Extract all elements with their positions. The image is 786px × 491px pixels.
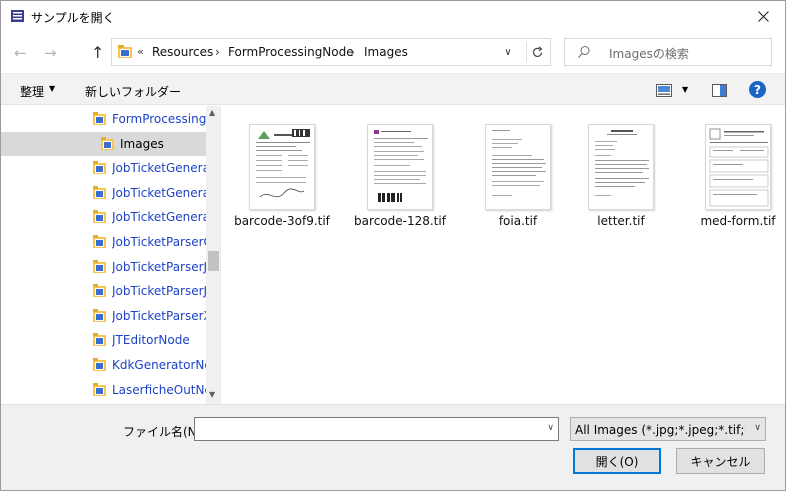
file-thumbnail [249, 124, 315, 210]
open-button[interactable]: 開く(O) [573, 448, 661, 474]
file-thumbnail [367, 124, 433, 210]
folder-icon [93, 333, 106, 347]
folder-icon [93, 185, 106, 199]
sidebar-item-label: JobTicketGenerat [112, 210, 206, 225]
sidebar-item[interactable]: JTEditorNode [1, 328, 206, 352]
file-item[interactable]: letter.tif [561, 118, 681, 228]
up-arrow-icon[interactable]: ↑ [91, 43, 104, 62]
sidebar-item-label: JobTicketParserJS [112, 284, 206, 299]
back-arrow-icon[interactable]: ← [14, 44, 27, 62]
sidebar-item[interactable]: JobTicketParserC [1, 230, 206, 254]
breadcrumb-separator-icon[interactable]: › [215, 45, 220, 59]
sidebar-item-label: FormProcessingN [112, 112, 206, 126]
forward-arrow-icon[interactable]: → [44, 44, 57, 62]
file-name: med-form.tif [700, 214, 776, 228]
nav-scrollbar[interactable]: ▲ ▼ [206, 106, 220, 404]
new-folder-button[interactable]: 新しいフォルダー [85, 83, 181, 100]
sidebar-item[interactable]: KdkGeneratorNo [1, 353, 206, 377]
breadcrumb-formprocessingnode[interactable]: FormProcessingNode [228, 45, 354, 59]
filetype-select[interactable]: All Images (*.jpg;*.jpeg;*.tif;*.tifl ∨ [570, 417, 766, 441]
refresh-icon [532, 46, 543, 57]
change-view-icon[interactable] [656, 84, 672, 97]
address-row: ← → ↑ « Resources › FormProcessingNode ›… [1, 32, 785, 72]
filename-field[interactable]: ∨ [194, 417, 559, 441]
bottom-panel: ファイル名(N): ∨ All Images (*.jpg;*.jpeg;*.t… [1, 404, 785, 490]
sidebar-item[interactable]: JobTicketGenerat [1, 205, 206, 229]
view-dropdown-icon[interactable]: ▼ [682, 85, 688, 94]
sidebar-item-label: JobTicketParserX [112, 308, 206, 323]
app-icon [11, 10, 24, 22]
file-name: letter.tif [597, 214, 645, 228]
filetype-dropdown-chevron-icon[interactable]: ∨ [754, 423, 761, 433]
folder-icon [93, 259, 106, 273]
folder-icon [93, 382, 106, 396]
sidebar-item-label: JTEditorNode [112, 333, 190, 348]
file-name: barcode-128.tif [354, 214, 446, 228]
navigation-pane[interactable]: FormProcessingN Images JobTicketGenerat Job… [1, 106, 221, 404]
sidebar-item[interactable]: FormProcessingN [1, 107, 206, 131]
close-icon [757, 10, 769, 22]
filetype-value: All Images (*.jpg;*.jpeg;*.tif;*.tifl [575, 423, 745, 437]
breadcrumb-overflow[interactable]: « [137, 45, 144, 58]
search-input[interactable]: Imagesの検索 [609, 45, 689, 62]
address-bar[interactable]: « Resources › FormProcessingNode › Image… [111, 38, 551, 66]
close-button[interactable] [747, 3, 779, 29]
file-list[interactable]: barcode-3of9.tif barcode-128.tif foia.ti… [222, 106, 785, 404]
file-name: foia.tif [498, 214, 538, 228]
search-box[interactable]: Imagesの検索 [564, 38, 772, 66]
sidebar-item[interactable]: Images [1, 131, 206, 156]
sidebar-item[interactable]: LaserficheOutNo [1, 378, 206, 402]
file-thumbnail [705, 124, 771, 210]
sidebar-item-label: Images [120, 136, 164, 151]
breadcrumb-images[interactable]: Images [364, 45, 408, 59]
breadcrumb-resources[interactable]: Resources [152, 45, 213, 59]
file-item[interactable]: foia.tif [458, 118, 578, 228]
scrollbar-thumb[interactable] [208, 251, 219, 271]
file-item[interactable]: barcode-3of9.tif [222, 118, 342, 228]
filename-dropdown-chevron-icon[interactable]: ∨ [547, 423, 554, 433]
file-thumbnail [485, 124, 551, 210]
search-icon [578, 45, 590, 58]
sidebar-item-label: LaserficheOutNo [112, 382, 206, 397]
sidebar-item-label: JobTicketParserJD [112, 259, 206, 274]
refresh-button[interactable] [526, 42, 548, 62]
organize-dropdown-icon[interactable]: ▼ [49, 84, 55, 93]
help-icon[interactable]: ? [749, 81, 766, 98]
folder-icon [93, 235, 106, 248]
scroll-up-chevron-icon[interactable]: ▲ [209, 108, 215, 117]
breadcrumb-separator-icon[interactable]: › [350, 45, 355, 59]
sidebar-item-label: JobTicketGenerat [112, 161, 206, 176]
file-item[interactable]: barcode-128.tif [340, 118, 460, 228]
sidebar-item[interactable]: JobTicketGenerat [1, 181, 206, 205]
command-bar: 整理 ▼ 新しいフォルダー ▼ ? [1, 73, 785, 105]
sidebar-item[interactable]: JobTicketParserJS [1, 279, 206, 303]
folder-icon [93, 210, 106, 224]
title-bar: サンプルを開く [1, 1, 785, 32]
folder-icon [101, 136, 114, 150]
sidebar-item[interactable]: JobTicketGenerat [1, 156, 206, 180]
window-title: サンプルを開く [31, 11, 115, 25]
open-sample-dialog: サンプルを開く ← → ↑ « Resources › FormProcessi… [0, 0, 786, 491]
sidebar-item-label: KdkGeneratorNo [112, 358, 206, 372]
folder-icon [93, 308, 106, 322]
file-name: barcode-3of9.tif [234, 214, 330, 228]
folder-icon [93, 284, 106, 298]
folder-icon [93, 358, 106, 371]
folder-icon [93, 161, 106, 175]
sidebar-item-label: JobTicketGenerat [112, 185, 206, 200]
preview-pane-icon[interactable] [712, 84, 727, 97]
file-thumbnail [588, 124, 654, 210]
address-dropdown-chevron-icon[interactable]: ∨ [496, 42, 520, 62]
sidebar-item[interactable]: JobTicketParserJD [1, 255, 206, 279]
folder-icon [93, 112, 106, 125]
scroll-down-chevron-icon[interactable]: ▼ [209, 390, 215, 399]
organize-button[interactable]: 整理 [20, 83, 44, 100]
folder-icon [118, 45, 132, 58]
cancel-button[interactable]: キャンセル [676, 448, 765, 474]
sidebar-item[interactable]: JobTicketParserX [1, 304, 206, 328]
file-item[interactable]: med-form.tif [678, 118, 786, 228]
sidebar-item-label: JobTicketParserC [112, 235, 206, 249]
